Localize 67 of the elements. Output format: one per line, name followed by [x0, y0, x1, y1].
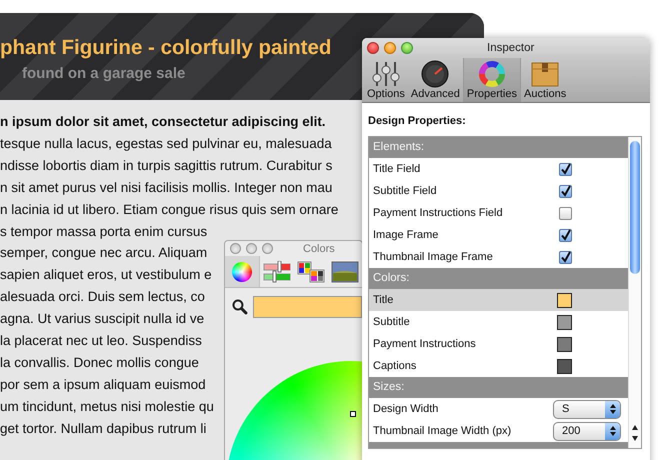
sliders-icon: [263, 260, 291, 282]
cardboard-box-icon: [530, 60, 560, 88]
page-subtitle: found on a garage sale: [22, 65, 186, 82]
search-icon: [232, 299, 248, 315]
scrollbar-thumb[interactable]: [630, 141, 640, 274]
checkbox[interactable]: [559, 250, 572, 264]
zoom-button[interactable]: [401, 42, 413, 54]
color-ring-icon: [476, 60, 507, 88]
paragraph-line: tesque nulla lacus, egestas sed pulvinar eu, malesuada: [0, 134, 332, 153]
checkbox[interactable]: [559, 206, 572, 220]
paragraph-line: la placerat nec ut leo. Suspendiss: [0, 332, 202, 350]
property-label: Design Width: [372, 403, 440, 415]
paragraph-line: get tortor. Nullam dapibus rutrum li: [0, 420, 206, 438]
toolbar-tab[interactable]: Options: [364, 58, 408, 102]
checkbox[interactable]: [559, 184, 572, 198]
color-swatch[interactable]: [557, 292, 572, 308]
palette-grid-icon: [297, 260, 325, 282]
gauge-icon: [420, 60, 450, 88]
property-label: Payment Instructions Field: [372, 207, 504, 219]
dropdown-select[interactable]: S: [553, 400, 621, 418]
checkbox[interactable]: [559, 162, 572, 176]
paragraph-line: agna. Ut varius suscipit nulla id ve: [0, 310, 204, 328]
paragraph-line: n sit amet purus vel nisi facilisis mollis. Integer non mau: [0, 178, 332, 197]
property-label: Payment Instructions: [372, 338, 477, 350]
dropdown-select[interactable]: 200: [553, 422, 621, 440]
property-label: Thumbnail Image Frame: [372, 251, 494, 263]
property-label: Subtitle Field: [372, 185, 438, 197]
paragraph-line: n ipsum dolor sit amet, consectetur adipiscing elit.: [0, 113, 326, 131]
paragraph-line: sapien aliquet eros, ut vestibulum e: [0, 266, 212, 284]
property-label: Captions: [372, 360, 418, 372]
paragraph-line: por sem a ipsum aliquam euismod: [0, 376, 206, 394]
color-swatch[interactable]: [557, 358, 572, 374]
property-label: Thumbnail Image Width (px): [372, 425, 512, 437]
landscape-image-icon: [331, 260, 359, 282]
close-button[interactable]: [367, 42, 379, 54]
paragraph-line: ndisse lobortis diam in turpis sagittis rutrum. Curabitur s: [0, 156, 332, 175]
paragraph-line: s tempor massa porta enim cursus: [0, 222, 208, 241]
paragraph-line: la convallis. Donec mollis congue: [0, 354, 199, 372]
group-header: Colors:: [369, 268, 628, 289]
checkbox[interactable]: [559, 228, 572, 242]
property-label: Image Frame: [372, 229, 440, 241]
paragraph-line: n lacinia id ut libero. Etiam congue risus quis sem ornare: [0, 200, 338, 219]
sliders-icon: [370, 60, 401, 88]
group-header: Sizes:: [369, 377, 628, 398]
page-title: phant Figurine - colorfully painted: [0, 36, 332, 60]
minimize-button[interactable]: [384, 42, 396, 54]
toolbar-tab[interactable]: Advanced: [408, 58, 463, 102]
toolbar-tab[interactable]: Auctions: [521, 58, 570, 102]
paragraph-line: semper, congue nec arcu. Aliquam: [0, 244, 208, 262]
property-label: Title: [372, 294, 394, 306]
color-swatch[interactable]: [557, 336, 572, 352]
color-mode-tab[interactable]: [225, 256, 260, 287]
stepper-arrows-icon: [608, 403, 616, 415]
property-label: Title Field: [372, 163, 422, 175]
paragraph-line: um tincidunt, metus nisi molestie qu: [0, 398, 214, 416]
window-title: Inspector: [487, 42, 534, 54]
color-swatch[interactable]: [557, 314, 572, 330]
stepper-arrows-icon: [608, 425, 616, 437]
toolbar-tab[interactable]: Properties: [462, 58, 521, 102]
wheel-picker-handle[interactable]: [350, 411, 356, 417]
group-header: Elements:: [369, 137, 628, 158]
property-label: Subtitle: [372, 316, 411, 328]
color-wheel-icon: [232, 262, 252, 282]
section-heading: Design Properties:: [368, 115, 467, 127]
selected-color-swatch[interactable]: [252, 296, 362, 318]
paragraph-line: alesuada orci. Duis sem lectus, co: [0, 288, 205, 306]
window-title: Colors: [303, 242, 335, 254]
